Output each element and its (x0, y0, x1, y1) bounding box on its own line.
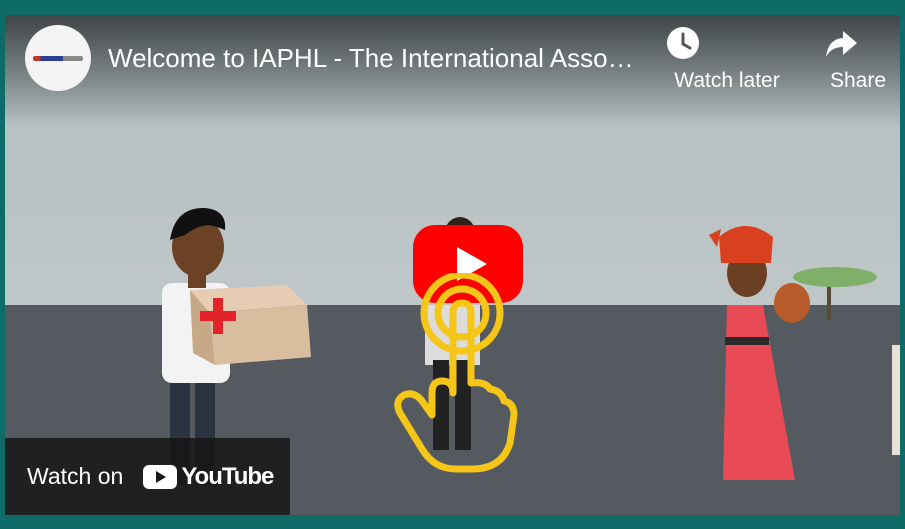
clock-icon (665, 25, 789, 61)
watch-later-button[interactable]: Watch later (665, 25, 789, 93)
watch-on-youtube-button[interactable]: Watch on YouTube (5, 438, 290, 515)
medical-box (190, 285, 311, 365)
youtube-logo: YouTube (143, 462, 274, 491)
watch-on-label: Watch on (27, 463, 124, 489)
iaphl-logo (33, 55, 83, 61)
video-embed[interactable]: Welcome to IAPHL - The International Ass… (5, 15, 900, 515)
youtube-logo-icon (143, 464, 178, 489)
video-title[interactable]: Welcome to IAPHL - The International Ass… (108, 43, 638, 74)
share-arrow-icon (823, 25, 893, 61)
youtube-wordmark: YouTube (181, 462, 274, 490)
woman-figure (709, 226, 810, 480)
edge-figure (892, 345, 900, 455)
tap-hand-icon (394, 273, 518, 473)
share-button[interactable]: Share (823, 25, 893, 93)
watch-later-label: Watch later (674, 69, 780, 92)
channel-avatar[interactable] (25, 25, 91, 91)
share-label: Share (829, 69, 887, 92)
